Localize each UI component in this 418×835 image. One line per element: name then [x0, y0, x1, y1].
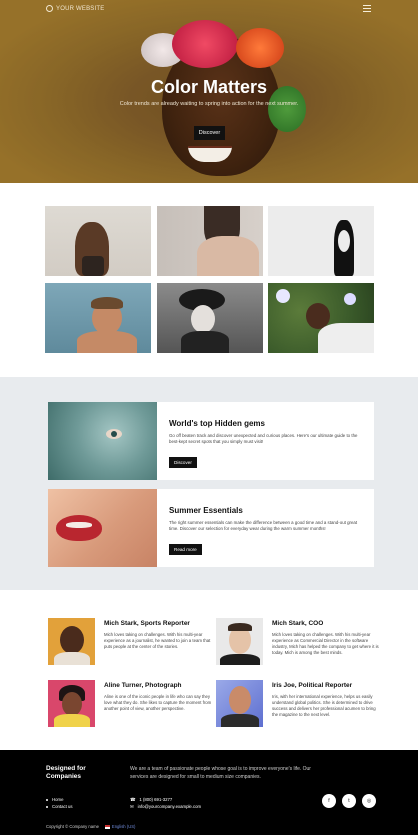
team-member: Aline Turner, Photograph Aline is one of…: [48, 680, 213, 728]
feature-title: World's top Hidden gems: [169, 419, 265, 428]
phone-icon: ☎: [130, 797, 136, 802]
member-name: Mich Stark, Sports Reporter: [104, 620, 190, 627]
hero-discover-button[interactable]: Discover: [194, 126, 225, 140]
gallery-photo-woman-portrait[interactable]: [45, 206, 151, 276]
gallery-photo-woman-in-flowers[interactable]: [268, 283, 374, 353]
feature-text: The right summer essentials can make the…: [169, 520, 358, 531]
hero-title: Color Matters: [150, 77, 267, 97]
member-bio: Aline is one of the iconic people in lif…: [104, 694, 212, 711]
footer-link-contact[interactable]: Contact us: [46, 803, 73, 810]
feature-discover-button[interactable]: Discover: [169, 457, 197, 468]
flower-pink: [172, 20, 238, 68]
avatar: [48, 618, 95, 665]
footer-link-home[interactable]: Home: [46, 796, 73, 803]
team-member: Mich Stark, Sports Reporter Mich loves t…: [48, 618, 213, 666]
team-member: Iris Joe, Political Reporter Iris, with …: [216, 680, 381, 728]
team-section: Mich Stark, Sports Reporter Mich loves t…: [0, 618, 418, 738]
feature-title: Summer Essentials: [169, 506, 243, 515]
gallery-photo-woman-with-hat[interactable]: [156, 283, 263, 353]
footer-contact: ☎ 1 (800) 691-3277 ✉ info@yourcompany.exam…: [130, 796, 201, 810]
email-address: info@yourcompany.example.com: [137, 804, 202, 809]
twitter-icon[interactable]: t: [342, 794, 356, 808]
member-name: Aline Turner, Photograph: [104, 682, 182, 689]
logo-icon: [46, 5, 53, 12]
phone-line[interactable]: ☎ 1 (800) 691-3277: [130, 796, 201, 803]
language-label: English (US): [111, 824, 136, 829]
team-member: Mich Stark, COO Mich loves taking on cha…: [216, 618, 381, 666]
footer: Designed for Companies We are a team of …: [0, 750, 418, 835]
language-selector[interactable]: English (US): [104, 824, 136, 829]
email-line[interactable]: ✉ info@yourcompany.example.com: [130, 803, 201, 810]
gallery-photo-dancer-illustration[interactable]: [268, 206, 374, 276]
feature-card-summer-essentials: Summer Essentials The right summer essen…: [48, 489, 374, 567]
social-links: f t ◎: [322, 794, 376, 808]
footer-description: We are a team of passionate people whose…: [130, 766, 311, 780]
member-name: Mich Stark, COO: [272, 620, 324, 627]
member-bio: Mich loves taking on challenges. With hi…: [272, 632, 379, 655]
phone-number: 1 (800) 691-3277: [139, 797, 173, 802]
feature-card-hidden-gems: World's top Hidden gems Go off beaten tr…: [48, 402, 374, 480]
avatar: [216, 618, 263, 665]
gallery-photo-back-portrait[interactable]: [156, 206, 263, 276]
features-section: World's top Hidden gems Go off beaten tr…: [0, 377, 418, 590]
instagram-icon[interactable]: ◎: [362, 794, 376, 808]
hamburger-menu-icon[interactable]: [363, 5, 371, 12]
feature-image-lips: [48, 489, 157, 567]
member-bio: Mich loves taking on challenges. With hi…: [104, 632, 211, 649]
email-icon: ✉: [130, 804, 134, 809]
us-flag-icon: [104, 824, 110, 829]
copyright-text: Copyright © Company name: [46, 824, 99, 829]
photo-gallery: [45, 206, 374, 353]
facebook-icon[interactable]: f: [322, 794, 336, 808]
feature-read-more-button[interactable]: Read more: [169, 544, 202, 555]
feature-image-leaf-eye: [48, 402, 157, 480]
avatar: [48, 680, 95, 727]
hero-subtitle: Color trends are already waiting to spri…: [119, 101, 299, 107]
member-bio: Iris, with her international experience,…: [272, 694, 376, 717]
footer-title: Designed for Companies: [46, 765, 86, 780]
hero-section: YOUR WEBSITE Color Matters Color trends …: [0, 0, 418, 183]
feature-text: Go off beaten track and discover unexpec…: [169, 433, 358, 444]
footer-bottom: Copyright © Company name English (US): [46, 824, 135, 829]
logo-text: YOUR WEBSITE: [56, 5, 105, 12]
member-name: Iris Joe, Political Reporter: [272, 682, 353, 689]
gallery-photo-man-by-water[interactable]: [45, 283, 151, 353]
flower-orange: [236, 28, 284, 68]
avatar: [216, 680, 263, 727]
footer-links: Home Contact us: [46, 796, 73, 810]
top-nav: YOUR WEBSITE: [0, 0, 418, 20]
site-logo[interactable]: YOUR WEBSITE: [46, 5, 104, 12]
